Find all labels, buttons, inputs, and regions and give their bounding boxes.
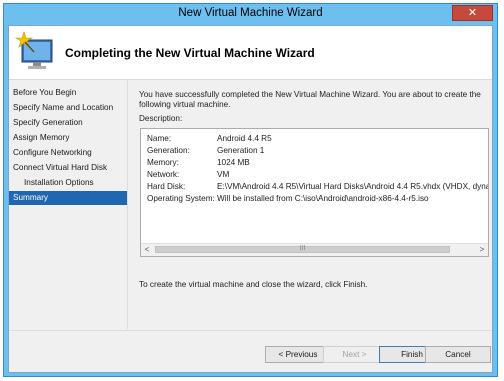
horizontal-scrollbar[interactable]: < III > bbox=[141, 243, 488, 256]
description-value: Generation 1 bbox=[217, 146, 265, 155]
description-value: Will be installed from C:\iso\Android\an… bbox=[217, 194, 429, 203]
wizard-header: Completing the New Virtual Machine Wizar… bbox=[9, 26, 492, 80]
wizard-window: New Virtual Machine Wizard ✕ Completing … bbox=[3, 3, 498, 377]
monitor-with-wizard-icon bbox=[14, 31, 53, 69]
description-key: Operating System: bbox=[147, 194, 215, 203]
sidebar-item-before-you-begin[interactable]: Before You Begin bbox=[9, 86, 127, 100]
description-key: Hard Disk: bbox=[147, 182, 186, 191]
description-box[interactable]: Name: Android 4.4 R5 Generation: Generat… bbox=[140, 128, 489, 257]
previous-button[interactable]: < Previous bbox=[265, 346, 331, 363]
footer-divider bbox=[9, 330, 492, 331]
description-key: Name: bbox=[147, 134, 172, 143]
close-button[interactable]: ✕ bbox=[452, 5, 493, 21]
sidebar-item-assign-memory[interactable]: Assign Memory bbox=[9, 131, 127, 145]
description-value: E:\VM\Android 4.4 R5\Virtual Hard Disks\… bbox=[217, 182, 489, 191]
finish-instruction: To create the virtual machine and close … bbox=[139, 280, 368, 289]
description-value: VM bbox=[217, 170, 230, 179]
sidebar-item-specify-generation[interactable]: Specify Generation bbox=[9, 116, 127, 130]
next-button[interactable]: Next > bbox=[323, 346, 386, 363]
description-value: 1024 MB bbox=[217, 158, 250, 167]
wizard-client-area: Completing the New Virtual Machine Wizar… bbox=[8, 25, 493, 373]
title-bar[interactable]: New Virtual Machine Wizard ✕ bbox=[4, 4, 497, 25]
scrollbar-thumb[interactable]: III bbox=[155, 245, 450, 253]
page-title: Completing the New Virtual Machine Wizar… bbox=[65, 46, 315, 60]
description-value: Android 4.4 R5 bbox=[217, 134, 272, 143]
summary-panel: You have successfully completed the New … bbox=[134, 80, 489, 329]
sidebar-item-connect-vhd[interactable]: Connect Virtual Hard Disk bbox=[9, 161, 127, 175]
sidebar-item-installation-options[interactable]: Installation Options bbox=[9, 176, 127, 190]
wizard-step-list: Before You Begin Specify Name and Locati… bbox=[9, 80, 127, 329]
cancel-button[interactable]: Cancel bbox=[425, 346, 491, 363]
description-key: Generation: bbox=[147, 146, 190, 155]
scroll-right-icon[interactable]: > bbox=[476, 244, 488, 256]
sidebar-item-configure-networking[interactable]: Configure Networking bbox=[9, 146, 127, 160]
description-key: Network: bbox=[147, 170, 180, 179]
window-title: New Virtual Machine Wizard bbox=[178, 7, 323, 19]
sidebar-divider bbox=[127, 80, 128, 329]
description-key: Memory: bbox=[147, 158, 179, 167]
description-label: Description: bbox=[139, 114, 183, 123]
grip-icon: III bbox=[299, 245, 306, 252]
intro-text: You have successfully completed the New … bbox=[139, 90, 481, 109]
sidebar-item-specify-name[interactable]: Specify Name and Location bbox=[9, 101, 127, 115]
scroll-left-icon[interactable]: < bbox=[141, 244, 153, 256]
close-icon: ✕ bbox=[467, 7, 478, 19]
sidebar-item-summary[interactable]: Summary bbox=[9, 191, 127, 205]
